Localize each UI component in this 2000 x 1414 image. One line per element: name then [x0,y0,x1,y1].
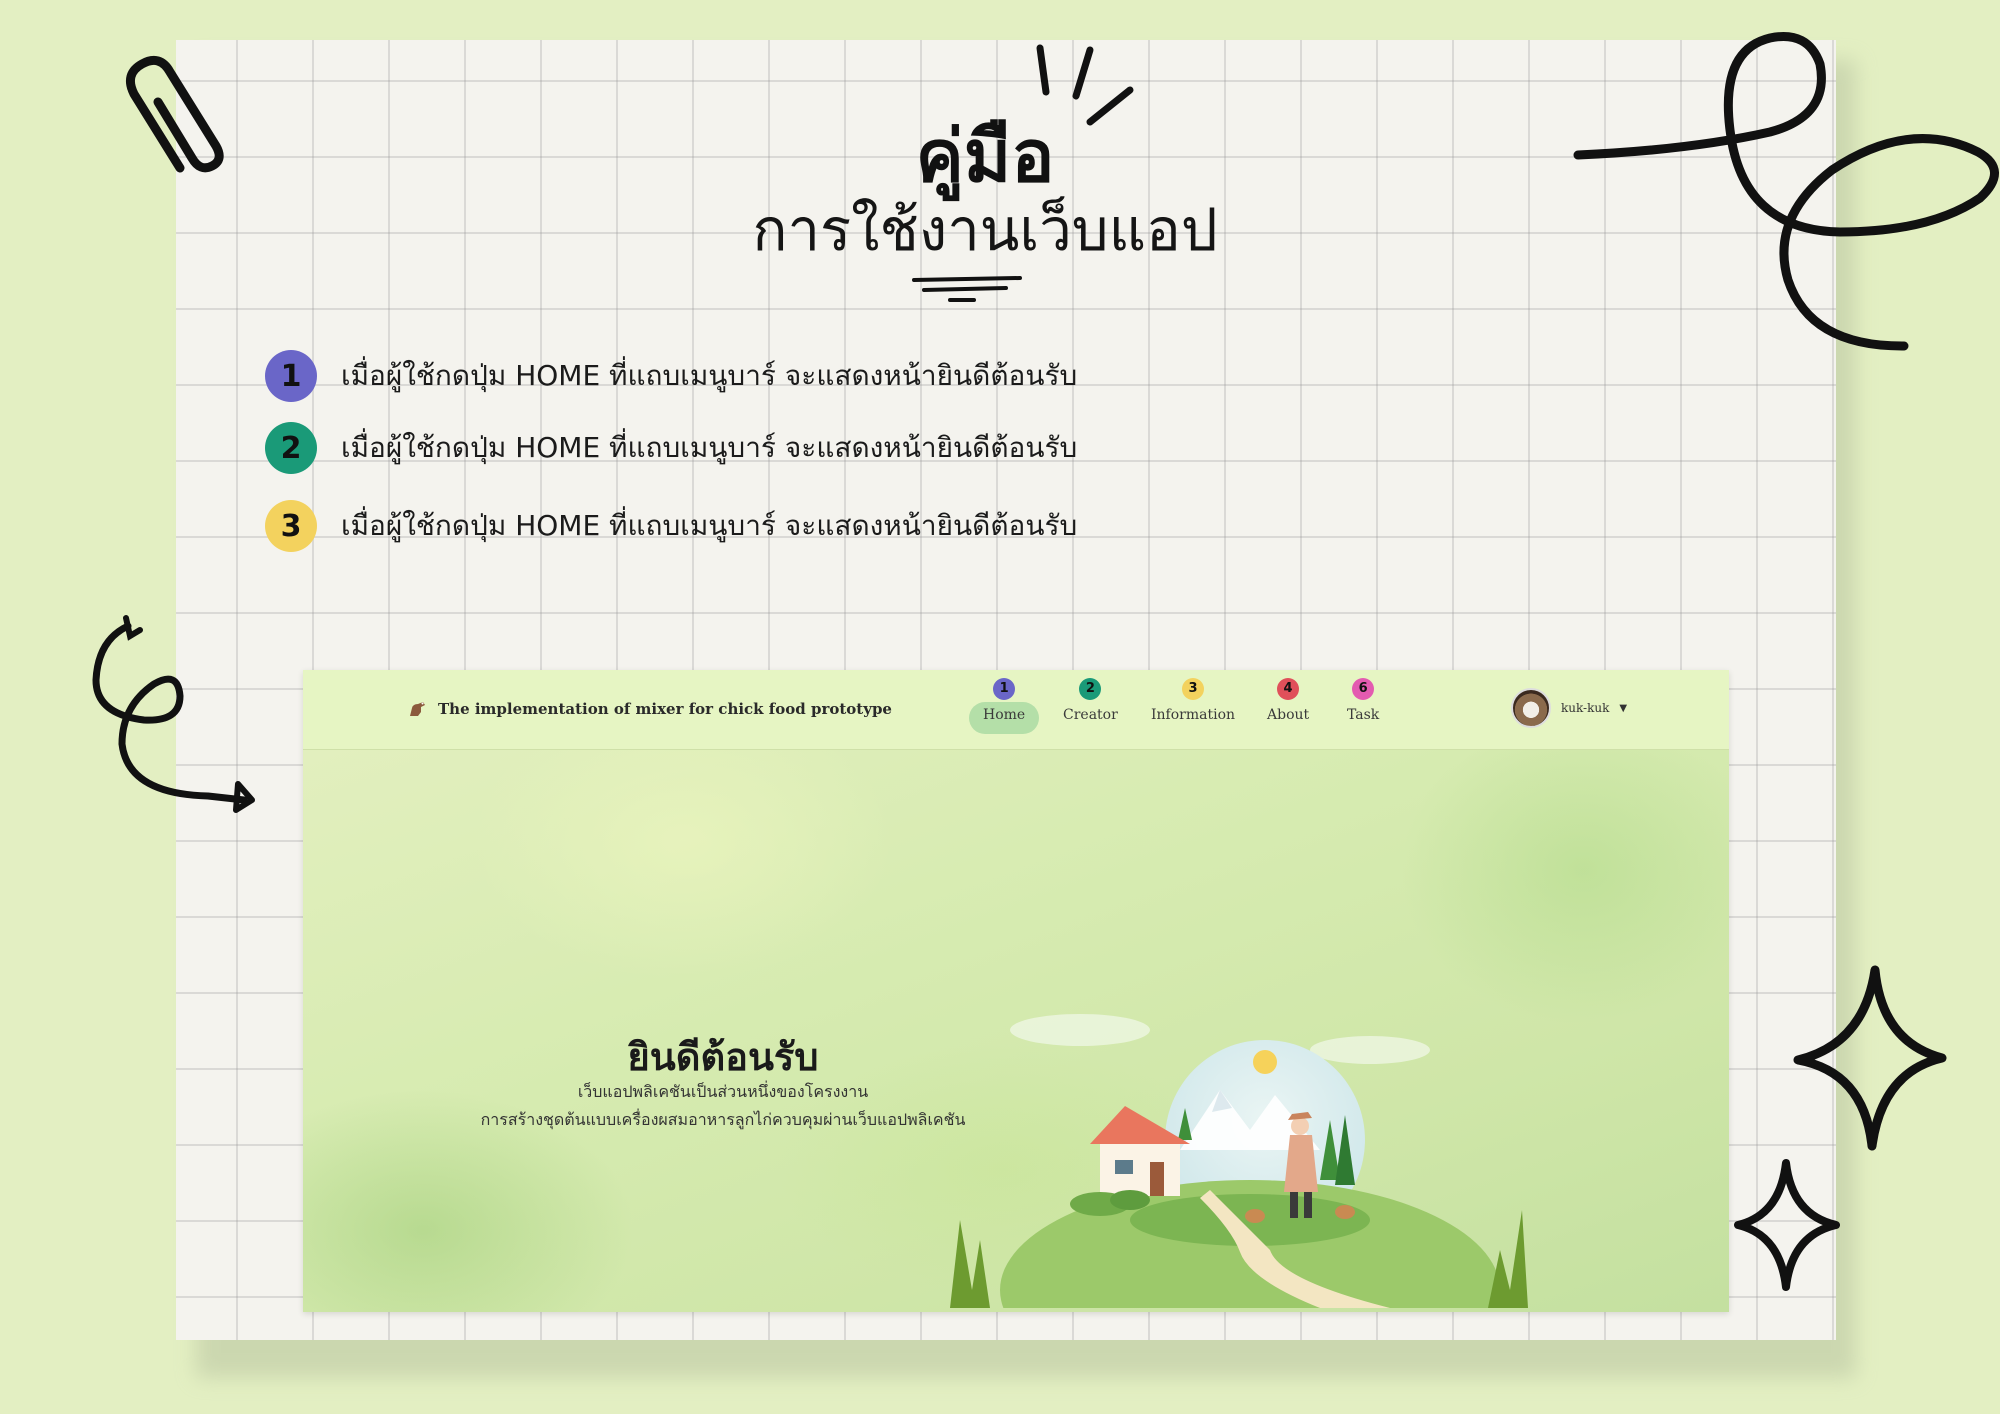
curly-arrow-icon [92,615,255,813]
nav-label: Home [969,702,1040,734]
nav-label: Task [1347,707,1380,723]
app-brand[interactable]: The implementation of mixer for chick fo… [406,698,892,720]
nav-badge: 6 [1352,678,1375,700]
star-icon [1734,1159,1840,1291]
star-icon [1793,965,1947,1151]
avatar [1511,688,1551,728]
nav-about[interactable]: 4 About [1253,678,1323,742]
nav-badge: 3 [1182,678,1205,700]
hero-title: ยินดีต้อนรับ [627,1035,819,1079]
step-number-badge: 3 [265,500,317,552]
step-text: เมื่อผู้ใช้กดปุ่ม HOME ที่แถบเมนูบาร์ จะ… [341,359,1078,392]
nav-badge: 4 [1277,678,1300,700]
user-name: kuk-kuk [1561,701,1610,715]
farm-illustration [950,1014,1528,1308]
nav-label: Creator [1063,707,1118,723]
user-menu[interactable]: kuk-kuk ▼ [1511,688,1627,728]
nav-task[interactable]: 6 Task [1333,678,1393,742]
nav-badge: 1 [993,678,1016,700]
step-number-badge: 2 [265,422,317,474]
underline-scribble-icon [912,276,1022,302]
nav-information[interactable]: 3 Information [1137,678,1249,742]
hero-section: ยินดีต้อนรับ เว็บแอปพลิเคชันเป็นส่วนหนึ่… [303,750,1729,1312]
nav-home[interactable]: 1 Home [969,678,1040,742]
app-screenshot: The implementation of mixer for chick fo… [303,670,1729,1312]
chevron-down-icon: ▼ [1619,702,1628,714]
nav-label: Information [1151,707,1236,723]
step-text: เมื่อผู้ใช้กดปุ่ม HOME ที่แถบเมนูบาร์ จะ… [341,509,1078,542]
app-brand-title: The implementation of mixer for chick fo… [438,700,892,718]
step-item: 1 เมื่อผู้ใช้กดปุ่ม HOME ที่แถบเมนูบาร์ … [265,348,1077,404]
nav-badge: 2 [1079,678,1102,700]
step-text: เมื่อผู้ใช้กดปุ่ม HOME ที่แถบเมนูบาร์ จะ… [341,431,1078,464]
nav-creator[interactable]: 2 Creator [1049,678,1132,742]
step-item: 2 เมื่อผู้ใช้กดปุ่ม HOME ที่แถบเมนูบาร์ … [265,420,1077,476]
step-number-badge: 1 [265,350,317,402]
chick-logo-icon [410,702,425,716]
app-navbar: The implementation of mixer for chick fo… [303,670,1729,750]
step-item: 3 เมื่อผู้ใช้กดปุ่ม HOME ที่แถบเมนูบาร์ … [265,498,1077,554]
guide-subtitle: การใช้งานเว็บแอป [752,196,1218,264]
hero-description-line: เว็บแอปพลิเคชันเป็นส่วนหนึ่งของโครงงาน [577,1082,869,1101]
hero-description-line: การสร้างชุดต้นแบบเครื่องผสมอาหารลูกไก่คว… [480,1110,966,1129]
nav-label: About [1267,707,1310,723]
